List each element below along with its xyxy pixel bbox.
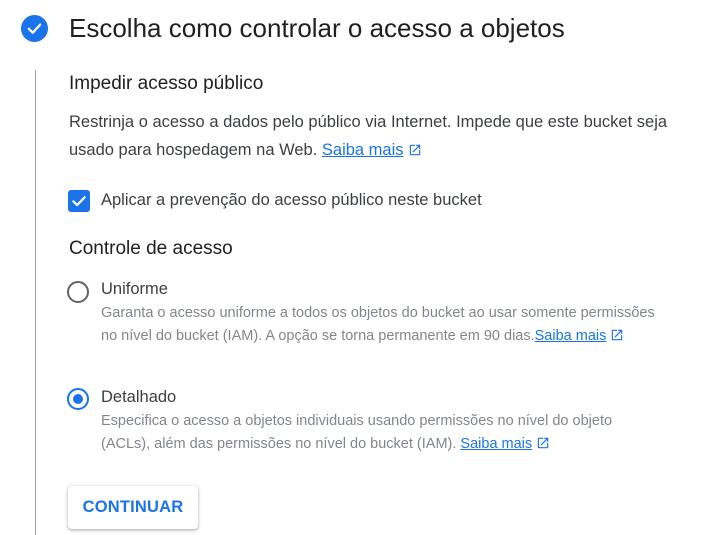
public-access-title: Impedir acesso público: [69, 73, 264, 94]
detailed-radio[interactable]: [67, 388, 89, 410]
uniform-learn-more-link[interactable]: Saiba mais: [535, 328, 625, 344]
uniform-description: Garanta o acesso uniforme a todos os obj…: [101, 302, 661, 349]
detailed-label[interactable]: Detalhado: [101, 385, 176, 409]
detailed-learn-more-link[interactable]: Saiba mais: [460, 436, 550, 452]
check-circle-icon: [21, 15, 48, 42]
uniform-radio[interactable]: [67, 281, 89, 303]
public-access-prevention-checkbox[interactable]: [68, 190, 90, 212]
continue-button[interactable]: CONTINUAR: [68, 486, 198, 529]
public-access-prevention-label[interactable]: Aplicar a prevenção do acesso público ne…: [101, 187, 482, 213]
learn-more-label: Saiba mais: [534, 327, 607, 344]
step-rail: [35, 70, 36, 535]
learn-more-label: Saiba mais: [460, 435, 533, 452]
uniform-label[interactable]: Uniforme: [101, 277, 168, 301]
public-access-learn-more-link[interactable]: Saiba mais: [322, 141, 422, 159]
access-control-title: Controle de acesso: [69, 238, 233, 259]
step-title: Escolha como controlar o acesso a objeto…: [69, 13, 565, 43]
external-link-icon: [536, 435, 550, 458]
public-access-description: Restrinja o acesso a dados pelo público …: [69, 108, 709, 166]
detailed-description: Especifica o acesso a objetos individuai…: [101, 410, 661, 457]
external-link-icon: [610, 327, 624, 350]
external-link-icon: [408, 138, 422, 166]
object-access-step: Escolha como controlar o acesso a objeto…: [0, 0, 721, 535]
learn-more-label: Saiba mais: [321, 141, 404, 159]
